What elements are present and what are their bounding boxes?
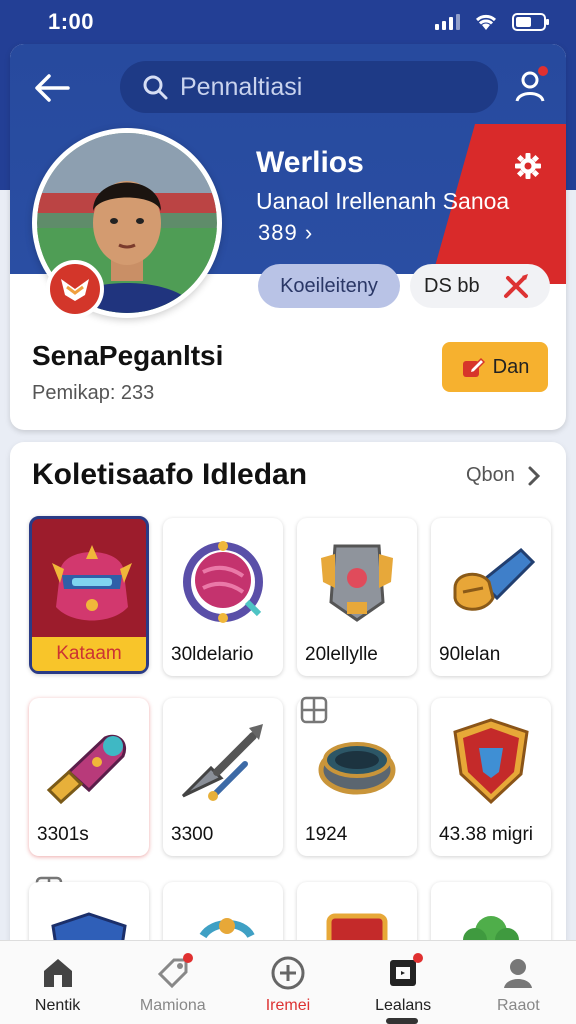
wifi-icon (474, 13, 498, 31)
collection-item[interactable]: 20lellylle (297, 518, 417, 676)
settings-button[interactable] (510, 148, 546, 184)
collection-section: Koletisaafo Idledan Qbon Kataam 30ldelar… (10, 442, 566, 1024)
back-button[interactable] (30, 66, 74, 110)
nav-label: Nentik (34, 997, 81, 1014)
tag-icon (153, 953, 193, 993)
nav-label: Mamiona (139, 997, 206, 1014)
item-label: 43.38 migri (439, 824, 533, 845)
edit-button-label: Dan (492, 355, 530, 378)
profile-name: SenaPeganltsi (32, 340, 224, 371)
collection-item[interactable]: 3300 (163, 698, 283, 856)
item-label: 90lelan (439, 644, 501, 665)
helmet-icon (52, 545, 132, 621)
account-button[interactable] (508, 64, 552, 108)
item-label: 3301s (37, 824, 89, 845)
item-label: Kataam (56, 643, 122, 664)
profile-card: Werlios Uanaol Irellenanh Sanoa 389 › Ko… (10, 44, 566, 430)
shield-icon (453, 718, 529, 805)
banner-title: Werlios (256, 146, 364, 179)
nav-item-create[interactable]: Iremei (233, 941, 343, 1024)
profile-icon (498, 953, 538, 993)
blaster-icon (46, 734, 126, 805)
signal-icon (435, 14, 460, 30)
search-input[interactable] (180, 72, 470, 102)
rank-badge-icon (46, 260, 104, 318)
swords-icon (503, 274, 528, 298)
armor-icon (321, 544, 393, 622)
gear-icon (515, 153, 541, 179)
banner-subtitle: Uanaol Irellenanh Sanoa (256, 188, 510, 214)
nav-label: Iremei (265, 997, 311, 1014)
nav-item-profile[interactable]: Raaot (463, 941, 573, 1024)
grid-badge-icon (300, 696, 328, 724)
nav-item-home[interactable]: Nentik (3, 941, 113, 1024)
avatar[interactable] (32, 128, 222, 318)
home-indicator (386, 1018, 418, 1024)
home-icon (38, 953, 78, 993)
nav-notification-dot (182, 953, 193, 963)
back-arrow-icon (35, 74, 70, 102)
nav-label: Lealans (375, 997, 432, 1014)
profile-pill-primary[interactable]: Koeileiteny (258, 264, 400, 308)
collection-item[interactable]: 43.38 migri (431, 698, 551, 856)
collection-item[interactable]: 90lelan (431, 518, 551, 676)
item-label: 3300 (171, 824, 214, 845)
chevron-right-icon (528, 466, 541, 485)
gauntlet-icon (453, 547, 536, 611)
status-time: 1:00 (48, 9, 95, 34)
document-icon (383, 953, 424, 993)
ring-icon (318, 742, 396, 795)
see-all-label: Qbon (466, 464, 515, 486)
collection-item[interactable]: 30ldelario (163, 518, 283, 676)
section-title: Koletisaafo Idledan (32, 458, 308, 491)
profile-pill-secondary[interactable]: DS bb (410, 264, 550, 308)
bottom-navigation: Nentik Mamiona Iremei Lealans Raaot (0, 940, 576, 1024)
status-bar: 1:00 (0, 0, 576, 44)
collection-item[interactable]: Kataam (29, 516, 149, 674)
see-all-link[interactable]: Qbon (466, 464, 541, 487)
nav-notification-dot (413, 953, 424, 963)
profile-subtext: Pemikap: 233 (32, 382, 155, 404)
spear-icon (181, 724, 263, 801)
status-icons (435, 12, 550, 32)
battery-icon (512, 12, 550, 32)
item-label: 30ldelario (171, 644, 254, 665)
item-label: 20lellylle (305, 644, 378, 665)
edit-icon (462, 357, 485, 377)
item-label-bar: Kataam (32, 637, 146, 671)
search-icon (143, 75, 168, 100)
pill-secondary-label: DS bb (424, 274, 480, 297)
banner-count[interactable]: 389 › (258, 220, 313, 246)
nav-item-documents[interactable]: Lealans (348, 941, 458, 1024)
item-label: 1924 (305, 824, 348, 845)
search-bar[interactable] (120, 61, 498, 113)
orb-icon (183, 541, 263, 623)
nav-label: Raaot (496, 997, 540, 1014)
edit-button[interactable]: Dan (442, 342, 548, 392)
collection-item[interactable]: 3301s (29, 698, 149, 856)
plus-circle-icon (268, 953, 308, 993)
notification-dot (538, 66, 548, 76)
nav-item-tags[interactable]: Mamiona (118, 941, 228, 1024)
